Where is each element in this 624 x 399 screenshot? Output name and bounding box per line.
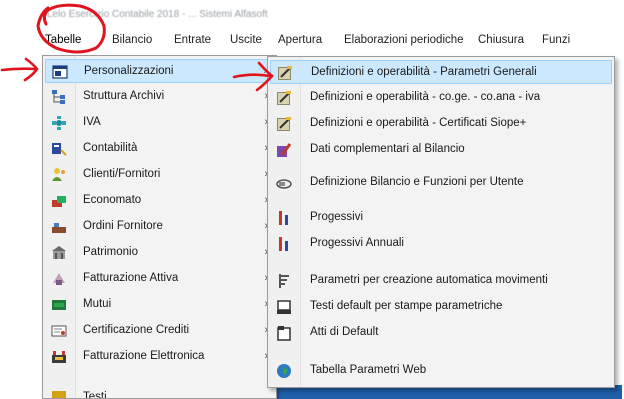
menu-item-testi[interactable]: Testi — [45, 386, 274, 399]
submenu-item-bilancio-funzioni-utente[interactable]: Definizione Bilancio e Funzioni per Uten… — [270, 171, 612, 195]
background-area — [0, 54, 42, 399]
edit-settings-icon — [276, 90, 292, 106]
menubar-item-bilancio[interactable]: Bilancio — [112, 34, 152, 46]
submenu-item-label: Definizioni e operabilità - Parametri Ge… — [311, 66, 537, 78]
tree-structure-icon — [51, 89, 67, 105]
menu-item-fatturazione-attiva[interactable]: Fatturazione Attiva › — [45, 267, 274, 291]
window-icon — [52, 64, 68, 80]
submenu-item-testi-default[interactable]: Testi default per stampe parametriche — [270, 295, 612, 319]
menubar-item-uscite[interactable]: Uscite — [230, 34, 262, 46]
submenu-item-tabella-parametri-web[interactable]: Tabella Parametri Web — [270, 359, 612, 383]
edit-settings-icon — [277, 65, 293, 81]
submenu-item-label: Tabella Parametri Web — [310, 364, 427, 376]
menu-item-label: Economato — [83, 194, 142, 206]
menu-item-personalizzazioni[interactable]: Personalizzazioni › — [45, 59, 274, 83]
title-bar: Lelo Esercizio Contabile 2018 - ... Sist… — [0, 0, 624, 28]
menu-item-ordini-fornitore[interactable]: Ordini Fornitore › — [45, 215, 274, 239]
loan-icon — [51, 297, 67, 313]
menu-item-certificazione-crediti[interactable]: Certificazione Crediti › — [45, 319, 274, 343]
submenu-item-certificati-siope[interactable]: Definizioni e operabilità - Certificati … — [270, 112, 612, 136]
accounting-icon — [51, 141, 67, 157]
menu-item-label: Fatturazione Elettronica — [83, 350, 205, 362]
pencil-book-icon — [276, 142, 292, 158]
progressive-icon — [276, 236, 292, 252]
building-icon — [51, 245, 67, 261]
submenu-item-label: Atti di Default — [310, 326, 379, 338]
parameters-icon — [276, 273, 292, 289]
menu-bar: Tabelle Bilancio Entrate Uscite Apertura… — [0, 30, 624, 52]
submenu-item-label: Parametri per creazione automatica movim… — [310, 274, 548, 286]
certificate-icon — [51, 323, 67, 339]
submenu-item-label: Definizione Bilancio e Funzioni per Uten… — [310, 176, 524, 188]
invoice-icon — [51, 271, 67, 287]
submenu-item-parametri-generali[interactable]: Definizioni e operabilità - Parametri Ge… — [270, 60, 612, 84]
submenu-item-dati-complementari[interactable]: Dati complementari al Bilancio — [270, 138, 612, 162]
submenu-item-label: Progessivi Annuali — [310, 237, 404, 249]
submenu-item-label: Progessivi — [310, 211, 364, 223]
menubar-item-funzioni[interactable]: Funzi — [542, 34, 570, 46]
menu-item-label: Patrimonio — [83, 246, 138, 258]
printer-icon — [276, 299, 292, 315]
menubar-item-entrate[interactable]: Entrate — [174, 34, 211, 46]
submenu-item-atti-default[interactable]: Atti di Default — [270, 321, 612, 345]
submenu-item-progessivi[interactable]: Progessivi — [270, 206, 612, 230]
menubar-item-apertura[interactable]: Apertura — [278, 34, 322, 46]
menu-item-label: Contabilità — [83, 142, 138, 154]
submenu-item-label: Dati complementari al Bilancio — [310, 143, 465, 155]
menu-item-mutui[interactable]: Mutui › — [45, 293, 274, 317]
submenu-item-label: Definizioni e operabilità - Certificati … — [310, 117, 527, 129]
menu-item-label: Certificazione Crediti — [83, 324, 190, 336]
order-icon — [51, 219, 67, 235]
globe-icon — [276, 363, 292, 379]
tabelle-menu: Personalizzazioni › Struttura Archivi › … — [42, 55, 277, 399]
window-title: Lelo Esercizio Contabile 2018 - ... Sist… — [47, 9, 268, 20]
user-function-icon — [276, 175, 292, 191]
menu-item-fatturazione-elettronica[interactable]: Fatturazione Elettronica › — [45, 345, 274, 369]
personalizzazioni-submenu: Definizioni e operabilità - Parametri Ge… — [267, 56, 615, 388]
menu-item-label: Mutui — [83, 298, 112, 310]
submenu-item-progessivi-annuali[interactable]: Progessivi Annuali — [270, 232, 612, 256]
menu-item-label: Ordini Fornitore — [83, 220, 163, 232]
progressive-icon — [276, 210, 292, 226]
submenu-item-coge-coana-iva[interactable]: Definizioni e operabilità - co.ge. - co.… — [270, 86, 612, 110]
menu-item-iva[interactable]: IVA › — [45, 111, 274, 135]
menu-item-label: Struttura Archivi — [83, 90, 165, 102]
economato-icon — [51, 193, 67, 209]
menubar-item-chiusura[interactable]: Chiusura — [478, 34, 524, 46]
menu-item-economato[interactable]: Economato › — [45, 189, 274, 213]
submenu-item-label: Testi default per stampe parametriche — [310, 300, 503, 312]
people-icon — [51, 167, 67, 183]
menubar-item-tabelle[interactable]: Tabelle — [45, 34, 81, 46]
menubar-item-elaborazioni-periodiche[interactable]: Elaborazioni periodiche — [344, 34, 464, 46]
menu-item-contabilita[interactable]: Contabilità › — [45, 137, 274, 161]
document-icon — [276, 325, 292, 341]
text-icon — [51, 390, 67, 398]
menu-item-label: Personalizzazioni — [84, 65, 174, 77]
menu-item-struttura-archivi[interactable]: Struttura Archivi › — [45, 85, 274, 109]
menu-item-label: Fatturazione Attiva — [83, 272, 179, 284]
menu-item-label: Testi — [83, 391, 107, 399]
menu-item-clienti-fornitori[interactable]: Clienti/Fornitori › — [45, 163, 274, 187]
menu-item-label: Clienti/Fornitori — [83, 168, 161, 180]
network-icon — [51, 115, 67, 131]
submenu-item-parametri-movimenti[interactable]: Parametri per creazione automatica movim… — [270, 269, 612, 293]
submenu-item-label: Definizioni e operabilità - co.ge. - co.… — [310, 91, 541, 103]
e-invoice-icon — [51, 349, 67, 365]
menu-item-label: IVA — [83, 116, 101, 128]
menu-item-patrimonio[interactable]: Patrimonio › — [45, 241, 274, 265]
edit-settings-icon — [276, 116, 292, 132]
